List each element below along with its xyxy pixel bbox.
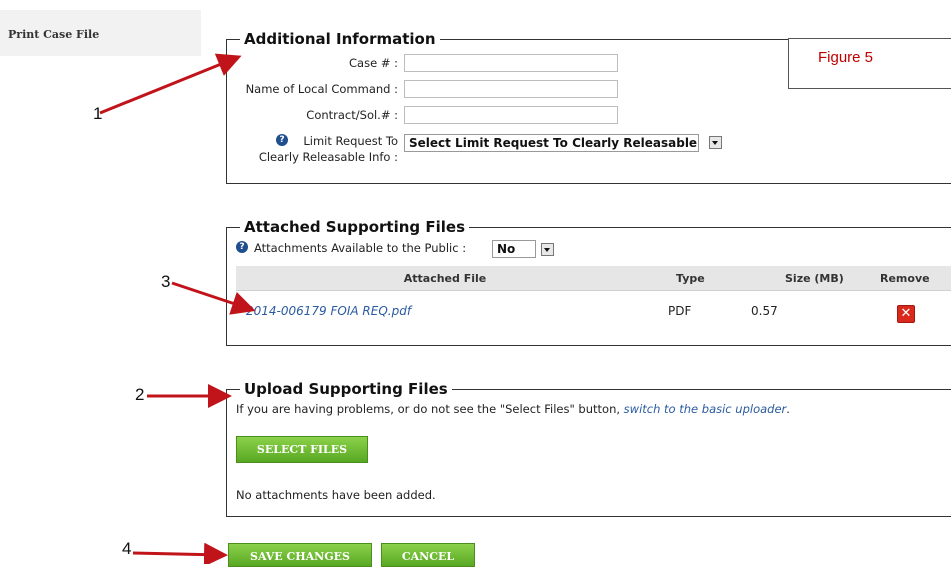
arrow-1 xyxy=(99,53,242,115)
annotation-number-4: 4 xyxy=(122,539,132,558)
annotation-arrows xyxy=(99,53,256,564)
annotation-number-1: 1 xyxy=(93,104,103,123)
annotation-number-2: 2 xyxy=(135,385,145,404)
arrow-4 xyxy=(132,542,228,564)
annotation-number-3: 3 xyxy=(161,272,171,291)
arrow-3 xyxy=(171,281,256,315)
